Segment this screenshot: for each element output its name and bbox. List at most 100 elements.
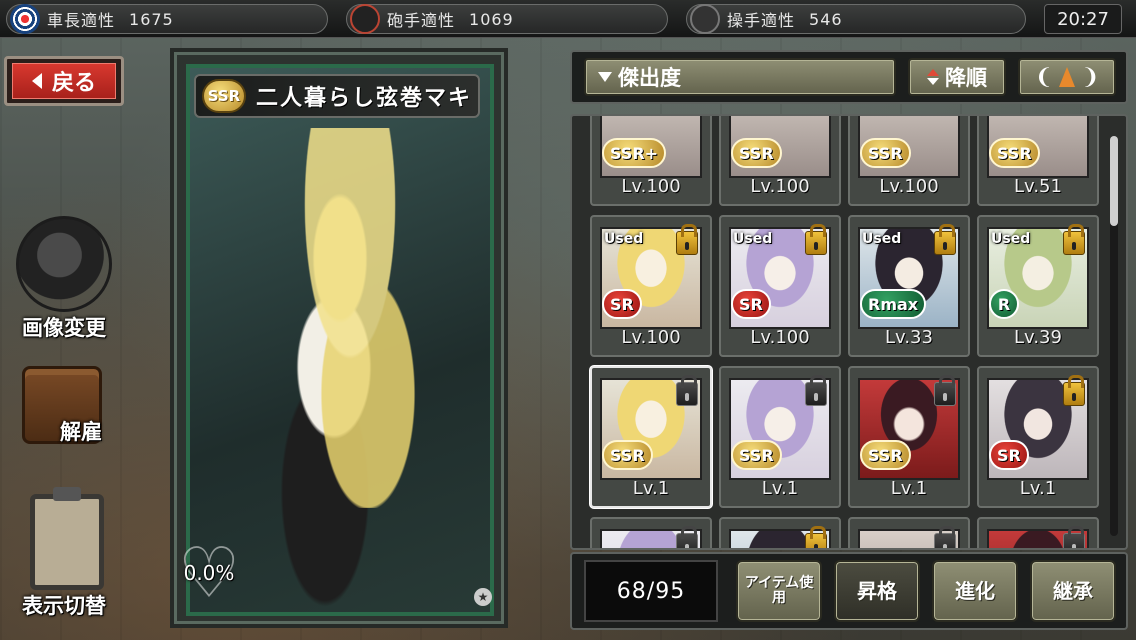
unit-card[interactable] (977, 517, 1099, 548)
grid-scrollbar[interactable] (1110, 136, 1118, 536)
sort-order-label: 降順 (945, 66, 987, 90)
unit-level: Lv.39 (1014, 327, 1062, 348)
driver-aptitude: 操手適性 546 (686, 3, 1026, 35)
mascot-icon (16, 216, 112, 312)
unlock-icon[interactable] (676, 526, 698, 548)
unit-grid-content: SSR+ Lv.100 SSR Lv.100 SSR Lv.100 SSR Lv.51 Used… (590, 116, 1110, 548)
filter-label: 傑出度 (618, 66, 681, 90)
unit-level: Lv.100 (879, 176, 939, 197)
back-button[interactable]: 戻る (4, 56, 124, 106)
rarity-badge: SR (989, 440, 1029, 470)
unit-level: Lv.1 (890, 478, 928, 499)
inherit-button[interactable]: 継承 (1030, 560, 1116, 622)
unit-level: Lv.1 (632, 478, 670, 499)
unit-row: Used SR Lv.100 Used SR Lv.100 Used Rmax Lv.33 Use… (590, 215, 1110, 357)
tank-icon (690, 4, 720, 34)
unit-card[interactable]: SSR Lv.51 (977, 116, 1099, 206)
rarity-badge: SSR (860, 138, 911, 168)
used-tag: Used (733, 231, 773, 247)
unit-card[interactable] (719, 517, 841, 548)
unit-card[interactable]: SSR Lv.1 (848, 366, 970, 508)
sort-order-icon (927, 69, 939, 85)
rarity-badge: Rmax (860, 289, 927, 319)
unit-level: Lv.51 (1014, 176, 1062, 197)
unlock-icon[interactable] (676, 375, 698, 406)
unit-row: SSR Lv.1 SSR Lv.1 SSR Lv.1 SR Lv.1 (590, 366, 1110, 508)
unit-card[interactable]: Used SR Lv.100 (719, 215, 841, 357)
unlock-icon[interactable] (805, 375, 827, 406)
evolve-button[interactable]: 進化 (932, 560, 1018, 622)
lock-icon[interactable] (676, 224, 698, 255)
cone-icon (1059, 67, 1075, 87)
unit-count: 68/95 (584, 560, 718, 622)
unit-card[interactable]: SR Lv.1 (977, 366, 1099, 508)
unit-level: Lv.1 (1019, 478, 1057, 499)
unit-row: SSR+ Lv.100 SSR Lv.100 SSR Lv.100 SSR Lv.51 (590, 116, 1110, 206)
rarity-badge: SSR (989, 138, 1040, 168)
commander-label: 車長適性 (47, 11, 116, 30)
affection-meter: ♡ 0.0% (172, 538, 246, 608)
filter-icon (598, 72, 612, 82)
gunner-value: 1069 (469, 9, 514, 29)
item-use-button[interactable]: アイテム使用 (736, 560, 822, 622)
rarity-badge: SSR (860, 440, 911, 470)
clock: 20:27 (1044, 4, 1122, 34)
dismiss-label: 解雇 (60, 420, 102, 444)
star-icon: ★ (474, 588, 492, 606)
change-image-label: 画像変更 (22, 316, 106, 340)
lock-icon[interactable] (1063, 224, 1085, 255)
unit-card[interactable]: Used R Lv.39 (977, 215, 1099, 357)
unit-level: Lv.100 (621, 176, 681, 197)
unit-level: Lv.100 (621, 327, 681, 348)
change-image-button[interactable]: 画像変更 (8, 216, 120, 342)
unit-card[interactable]: SSR Lv.100 (848, 116, 970, 206)
rarity-badge: SSR+ (602, 138, 667, 168)
unit-level: Lv.100 (750, 327, 810, 348)
driver-value: 546 (809, 9, 843, 29)
back-arrow-icon (31, 73, 42, 89)
rotate-right-icon: ❩ (1081, 64, 1100, 90)
card-title-plate: SSR 二人暮らし弦巻マキ (194, 74, 480, 118)
back-label: 戻る (51, 71, 96, 96)
rarity-badge: SSR (602, 440, 653, 470)
unlock-icon[interactable] (934, 526, 956, 548)
lock-icon[interactable] (1063, 375, 1085, 406)
promote-button[interactable]: 昇格 (834, 560, 920, 622)
clipboard-icon (30, 487, 104, 590)
commander-value: 1675 (129, 9, 174, 29)
swap-button[interactable]: ❨ ❩ (1018, 58, 1116, 96)
unit-card[interactable]: SSR Lv.100 (719, 116, 841, 206)
lock-icon[interactable] (805, 526, 827, 548)
unit-level: Lv.100 (750, 176, 810, 197)
unit-card[interactable]: SSR Lv.1 (719, 366, 841, 508)
status-bar: 車長適性 1675 砲手適性 1069 操手適性 546 20:27 (0, 0, 1136, 38)
unit-card[interactable]: Used Rmax Lv.33 (848, 215, 970, 357)
action-bar: 68/95 アイテム使用 昇格 進化 継承 (570, 552, 1128, 630)
sort-order-button[interactable]: 降順 (908, 58, 1006, 96)
toggle-display-button[interactable]: 表示切替 (8, 487, 120, 620)
unit-level: Lv.33 (885, 327, 933, 348)
unit-level: Lv.1 (761, 478, 799, 499)
unit-card[interactable] (590, 517, 712, 548)
unit-card[interactable] (848, 517, 970, 548)
filter-button[interactable]: 傑出度 (584, 58, 896, 96)
rarity-badge: R (989, 289, 1019, 319)
unit-card[interactable]: SSR Lv.1 (590, 366, 712, 508)
rarity-badge: SSR (731, 440, 782, 470)
unlock-icon[interactable] (1063, 526, 1085, 548)
unit-card[interactable]: Used SR Lv.100 (590, 215, 712, 357)
rarity-badge: SR (731, 289, 771, 319)
unlock-icon[interactable] (934, 375, 956, 406)
target-icon (10, 4, 40, 34)
card-rarity-badge: SSR (202, 79, 246, 113)
scrollbar-thumb[interactable] (1110, 136, 1118, 226)
unit-grid[interactable]: SSR+ Lv.100 SSR Lv.100 SSR Lv.100 SSR Lv.51 Used… (570, 114, 1128, 550)
unit-row (590, 517, 1110, 548)
dismiss-button[interactable]: 解雇 (8, 366, 120, 446)
sort-bar: 傑出度 降順 ❨ ❩ (570, 50, 1128, 104)
unit-card[interactable]: SSR+ Lv.100 (590, 116, 712, 206)
headset-icon (350, 4, 380, 34)
lock-icon[interactable] (934, 224, 956, 255)
lock-icon[interactable] (805, 224, 827, 255)
character-figure (260, 128, 440, 508)
